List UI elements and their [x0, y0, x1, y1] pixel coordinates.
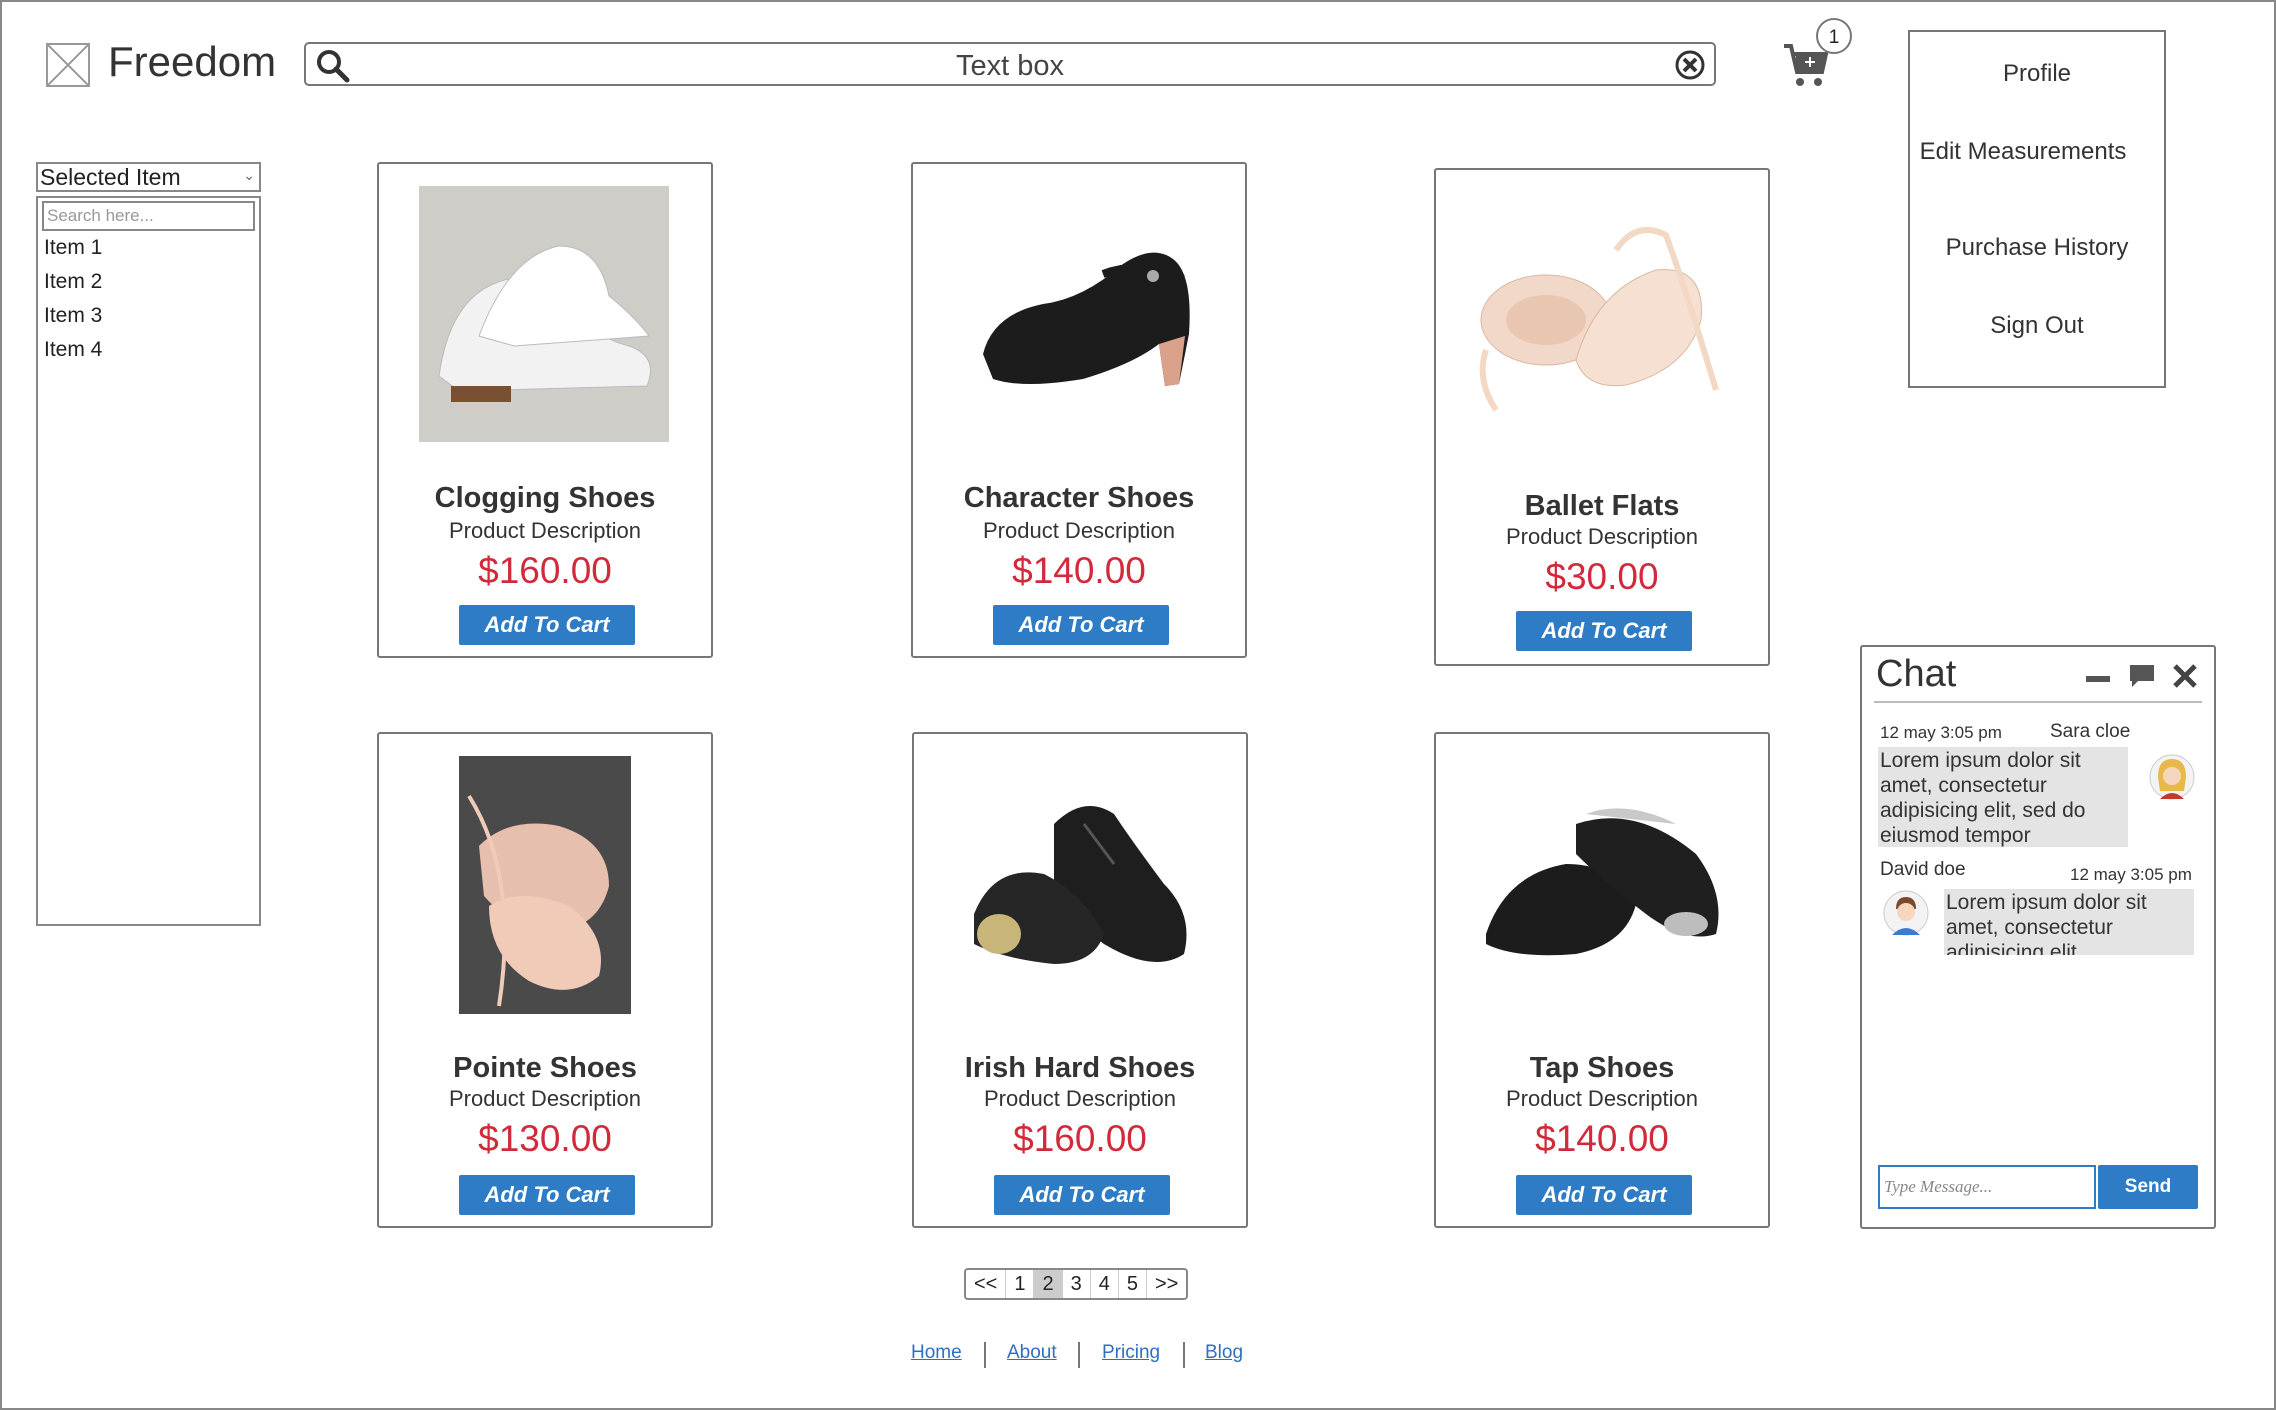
footer-link-blog[interactable]: Blog [1205, 1342, 1243, 1364]
product-card[interactable]: Ballet Flats Product Description $30.00 … [1434, 168, 1770, 666]
cart-count-badge: 1 [1816, 18, 1852, 54]
pagination-next[interactable]: >> [1147, 1270, 1186, 1298]
footer-link-home[interactable]: Home [911, 1342, 962, 1364]
message-time: 12 may 3:05 pm [1880, 723, 2002, 742]
product-title[interactable]: Clogging Shoes [379, 482, 711, 515]
search-input[interactable]: Text box [306, 50, 1714, 83]
menu-item-purchase-history[interactable]: Purchase History [1910, 234, 2164, 262]
chat-divider [1874, 701, 2202, 703]
message-time: 12 may 3:05 pm [2070, 865, 2192, 884]
message-bubble: Lorem ipsum dolor sit amet, consectetur … [1944, 889, 2194, 955]
avatar-sara-icon [2149, 754, 2195, 800]
product-card[interactable]: Character Shoes Product Description $140… [911, 162, 1247, 658]
product-price: $30.00 [1545, 556, 1659, 597]
add-to-cart-button[interactable]: Add To Cart [994, 1175, 1170, 1215]
clear-search-icon[interactable] [1674, 49, 1706, 81]
filter-select[interactable]: Selected Item ⌄ [36, 162, 261, 192]
chat-title: Chat [1876, 653, 1957, 695]
product-description: Product Description [449, 518, 641, 543]
send-button[interactable]: Send [2098, 1165, 2198, 1209]
add-to-cart-button[interactable]: Add To Cart [1516, 611, 1692, 651]
filter-search-input[interactable]: Search here... [42, 201, 255, 231]
minimize-icon[interactable] [2084, 671, 2112, 683]
product-price: $160.00 [1013, 1118, 1147, 1159]
list-item[interactable]: Item 3 [44, 304, 102, 328]
search-box[interactable]: Text box [304, 42, 1716, 86]
add-to-cart-button[interactable]: Add To Cart [459, 1175, 635, 1215]
pagination-prev[interactable]: << [966, 1270, 1007, 1298]
product-description: Product Description [984, 1086, 1176, 1111]
list-item[interactable]: Item 1 [44, 236, 102, 260]
product-card[interactable]: Pointe Shoes Product Description $130.00… [377, 732, 713, 1228]
product-image-irish-hard-shoes [974, 806, 1187, 964]
filter-selected-value: Selected Item [40, 164, 181, 190]
message-bubble: Lorem ipsum dolor sit amet, consectetur … [1878, 747, 2128, 847]
product-description: Product Description [1506, 524, 1698, 549]
product-title[interactable]: Character Shoes [913, 482, 1245, 515]
product-title[interactable]: Irish Hard Shoes [914, 1052, 1246, 1085]
close-icon[interactable] [2172, 663, 2198, 689]
menu-item-edit-measurements[interactable]: Edit Measurements [1896, 138, 2150, 166]
add-to-cart-button[interactable]: Add To Cart [1516, 1175, 1692, 1215]
product-title[interactable]: Ballet Flats [1436, 490, 1768, 523]
product-title[interactable]: Tap Shoes [1436, 1052, 1768, 1085]
menu-item-sign-out[interactable]: Sign Out [1910, 312, 2164, 340]
chat-message-input[interactable]: Type Message... [1878, 1165, 2096, 1209]
product-price: $160.00 [478, 550, 612, 591]
product-description: Product Description [983, 518, 1175, 543]
pagination-page-5[interactable]: 5 [1119, 1270, 1147, 1298]
chevron-down-icon: ⌄ [243, 167, 255, 183]
product-price: $140.00 [1535, 1118, 1669, 1159]
add-to-cart-button[interactable]: Add To Cart [993, 605, 1169, 645]
logo-placeholder-icon[interactable] [46, 43, 90, 87]
product-image-pointe-shoes [459, 756, 631, 1014]
avatar-david-icon [1883, 890, 1929, 936]
list-item[interactable]: Item 4 [44, 338, 102, 362]
product-image-clogging-shoes [419, 186, 669, 442]
product-title[interactable]: Pointe Shoes [379, 1052, 711, 1085]
pagination-page-3[interactable]: 3 [1063, 1270, 1091, 1298]
footer-separator [1183, 1342, 1185, 1368]
account-menu: Profile Edit Measurements Purchase Histo… [1908, 30, 2166, 388]
pagination-page-4[interactable]: 4 [1091, 1270, 1119, 1298]
product-image-tap-shoes [1486, 808, 1719, 956]
chat-bubble-icon[interactable] [2128, 663, 2156, 689]
footer-link-about[interactable]: About [1007, 1342, 1057, 1364]
brand-name[interactable]: Freedom [108, 38, 276, 86]
pagination-page-2[interactable]: 2 [1034, 1270, 1063, 1298]
product-description: Product Description [449, 1086, 641, 1111]
footer-separator [984, 1342, 986, 1368]
message-sender: Sara cloe [2050, 721, 2131, 742]
footer-separator [1078, 1342, 1080, 1368]
product-card[interactable]: Irish Hard Shoes Product Description $16… [912, 732, 1248, 1228]
product-image-character-shoes [983, 252, 1190, 386]
product-price: $140.00 [1012, 550, 1146, 591]
add-to-cart-button[interactable]: Add To Cart [459, 605, 635, 645]
product-description: Product Description [1506, 1086, 1698, 1111]
list-item[interactable]: Item 2 [44, 270, 102, 294]
product-card[interactable]: Clogging Shoes Product Description $160.… [377, 162, 713, 658]
pagination: << 1 2 3 4 5 >> [964, 1268, 1189, 1300]
message-sender: David doe [1880, 859, 1966, 880]
footer-link-pricing[interactable]: Pricing [1102, 1342, 1160, 1364]
chat-widget: Chat 12 may 3:05 pm Sara cloe Lorem ipsu… [1860, 645, 2216, 1229]
menu-item-profile[interactable]: Profile [1910, 60, 2164, 88]
product-image-ballet-flats [1479, 227, 1719, 412]
filter-dropdown-list[interactable]: Search here... Item 1 Item 2 Item 3 Item… [36, 196, 261, 926]
product-card[interactable]: Tap Shoes Product Description $140.00 Ad… [1434, 732, 1770, 1228]
footer-nav: Home About Pricing Blog [0, 1342, 2276, 1372]
product-price: $130.00 [478, 1118, 612, 1159]
pagination-page-1[interactable]: 1 [1006, 1270, 1035, 1298]
